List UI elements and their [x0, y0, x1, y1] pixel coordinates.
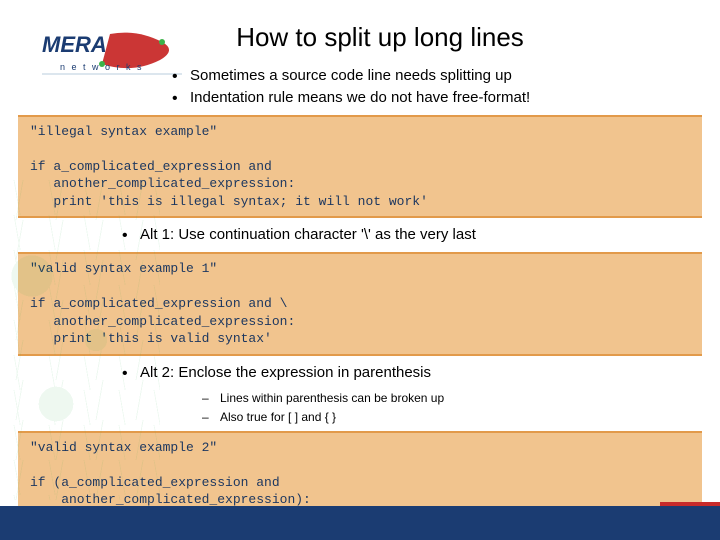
mera-logo-icon: MERA n e t w o r k s [42, 24, 182, 84]
alt2-sub-bullets: Lines within parenthesis can be broken u… [198, 389, 702, 426]
alt1-bullets: Alt 1: Use continuation character '\' as… [118, 224, 702, 246]
sub-bullet-item: Also true for [ ] and { } [198, 408, 702, 427]
logo-sub-text: n e t w o r k s [60, 62, 144, 72]
logo: MERA n e t w o r k s [42, 24, 182, 84]
code-block-continuation: "valid syntax example 1" if a_complicate… [18, 252, 702, 356]
sub-bullet-item: Lines within parenthesis can be broken u… [198, 389, 702, 408]
intro-bullets: Sometimes a source code line needs split… [168, 65, 702, 109]
bullet-item: Sometimes a source code line needs split… [168, 65, 702, 87]
code-block-illegal: "illegal syntax example" if a_complicate… [18, 115, 702, 219]
alt2-bullets: Alt 2: Enclose the expression in parenth… [118, 362, 702, 384]
bullet-item: Alt 1: Use continuation character '\' as… [118, 224, 702, 246]
logo-brand-text: MERA [42, 32, 107, 57]
bullet-item: Alt 2: Enclose the expression in parenth… [118, 362, 702, 384]
bullet-item: Indentation rule means we do not have fr… [168, 87, 702, 109]
slide-content: Sometimes a source code line needs split… [0, 53, 720, 534]
footer-bar [0, 506, 720, 540]
